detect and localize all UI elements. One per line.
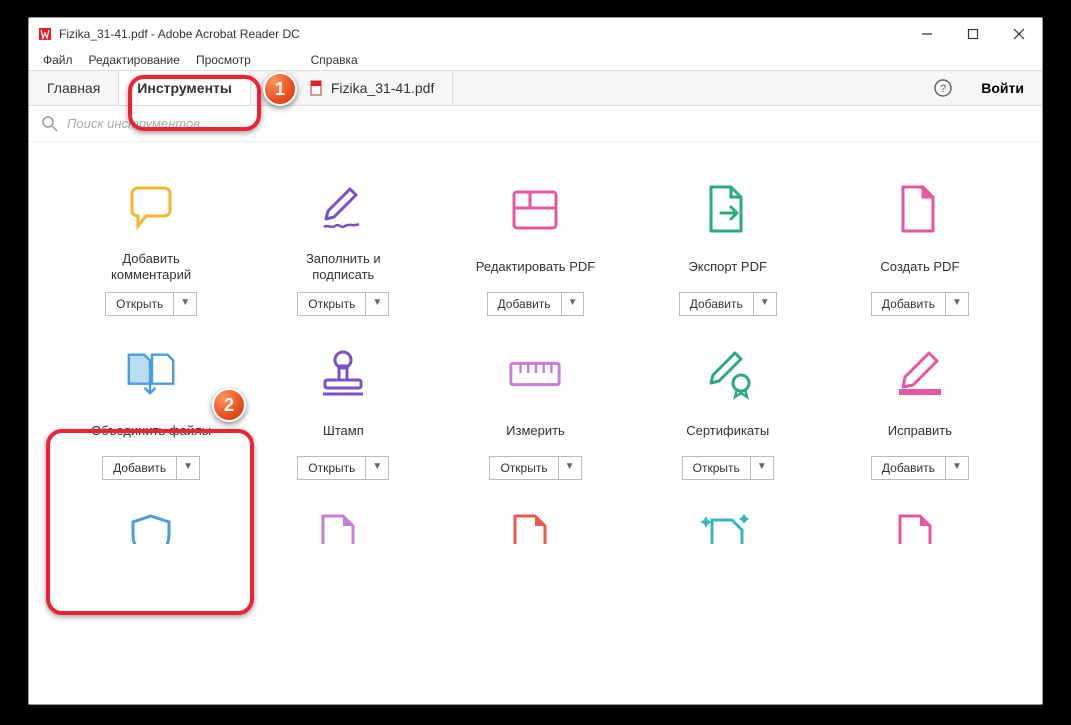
chevron-down-icon: ▼ — [946, 457, 968, 479]
menu-view[interactable]: Просмотр — [188, 51, 259, 69]
app-window: Fizika_31-41.pdf - Adobe Acrobat Reader … — [28, 17, 1043, 705]
edit-pdf-icon — [507, 182, 563, 238]
menu-edit[interactable]: Редактирование — [81, 51, 188, 69]
search-bar — [29, 106, 1042, 142]
tool-export-pdf[interactable]: Экспорт PDF Добавить▼ — [636, 182, 820, 316]
search-input[interactable] — [67, 116, 1030, 131]
maximize-button[interactable] — [950, 18, 996, 49]
menu-file[interactable]: Файл — [35, 51, 81, 69]
titlebar: Fizika_31-41.pdf - Adobe Acrobat Reader … — [29, 18, 1042, 49]
tool-certificates-dropdown[interactable]: Открыть▼ — [682, 456, 774, 480]
redact-icon — [892, 346, 948, 402]
pdf-icon — [309, 80, 325, 96]
tool-measure-dropdown[interactable]: Открыть▼ — [489, 456, 581, 480]
chevron-down-icon: ▼ — [562, 293, 584, 315]
tool-create-pdf-dropdown[interactable]: Добавить▼ — [871, 292, 969, 316]
chevron-down-icon: ▼ — [366, 457, 388, 479]
window-title: Fizika_31-41.pdf - Adobe Acrobat Reader … — [59, 27, 904, 41]
export-icon — [700, 182, 756, 238]
badge-2: 2 — [212, 388, 246, 422]
help-button[interactable]: ? — [923, 71, 963, 105]
comment-icon — [123, 182, 179, 238]
chevron-down-icon: ▼ — [366, 293, 388, 315]
tab-tools[interactable]: Инструменты — [119, 71, 251, 105]
chevron-down-icon: ▼ — [751, 457, 773, 479]
badge-1: 1 — [263, 72, 297, 106]
svg-text:?: ? — [940, 83, 946, 95]
tabbar: Главная Инструменты Fizika_31-41.pdf ? В… — [29, 70, 1042, 106]
tab-main[interactable]: Главная — [29, 71, 119, 105]
partial-tool-row — [29, 480, 1042, 544]
chevron-down-icon: ▼ — [946, 293, 968, 315]
cert-icon — [700, 346, 756, 402]
chevron-down-icon: ▼ — [174, 293, 196, 315]
tool-edit-pdf-dropdown[interactable]: Добавить▼ — [487, 292, 585, 316]
tool-comment[interactable]: Добавить комментарий Открыть▼ — [59, 182, 243, 316]
close-button[interactable] — [996, 18, 1042, 49]
tools-content: Добавить комментарий Открыть▼ Заполнить … — [29, 142, 1042, 704]
tool-combine-files-dropdown[interactable]: Добавить▼ — [102, 456, 200, 480]
tool-fill-sign-dropdown[interactable]: Открыть▼ — [297, 292, 389, 316]
chevron-down-icon: ▼ — [177, 457, 199, 479]
tool-export-pdf-dropdown[interactable]: Добавить▼ — [679, 292, 777, 316]
tab-document[interactable]: Fizika_31-41.pdf — [291, 71, 454, 105]
minimize-button[interactable] — [904, 18, 950, 49]
menu-help[interactable]: Справка — [303, 51, 366, 69]
tool-comment-dropdown[interactable]: Открыть▼ — [105, 292, 197, 316]
window-controls — [904, 18, 1042, 49]
login-button[interactable]: Войти — [963, 71, 1042, 105]
measure-icon — [507, 346, 563, 402]
search-icon — [41, 115, 59, 133]
page-icon — [892, 510, 948, 544]
tool-measure[interactable]: Измерить Открыть▼ — [443, 346, 627, 480]
page-icon — [315, 510, 371, 544]
stamp-icon — [315, 346, 371, 402]
tool-certificates[interactable]: Сертификаты Открыть▼ — [636, 346, 820, 480]
sparkle-page-icon — [700, 510, 756, 544]
chevron-down-icon: ▼ — [754, 293, 776, 315]
sign-icon — [315, 182, 371, 238]
tool-create-pdf[interactable]: Создать PDF Добавить▼ — [828, 182, 1012, 316]
page-icon — [507, 510, 563, 544]
menubar: Файл Редактирование Просмотр Окно Справк… — [29, 49, 1042, 70]
tool-stamp-dropdown[interactable]: Открыть▼ — [297, 456, 389, 480]
tool-redact[interactable]: Исправить Добавить▼ — [828, 346, 1012, 480]
tool-redact-dropdown[interactable]: Добавить▼ — [871, 456, 969, 480]
tool-edit-pdf[interactable]: Редактировать PDF Добавить▼ — [443, 182, 627, 316]
create-icon — [892, 182, 948, 238]
adobe-icon — [37, 26, 53, 42]
chevron-down-icon: ▼ — [559, 457, 581, 479]
tool-stamp[interactable]: Штамп Открыть▼ — [251, 346, 435, 480]
combine-icon — [123, 346, 179, 402]
tool-fill-sign[interactable]: Заполнить и подписать Открыть▼ — [251, 182, 435, 316]
shield-icon — [123, 510, 179, 544]
